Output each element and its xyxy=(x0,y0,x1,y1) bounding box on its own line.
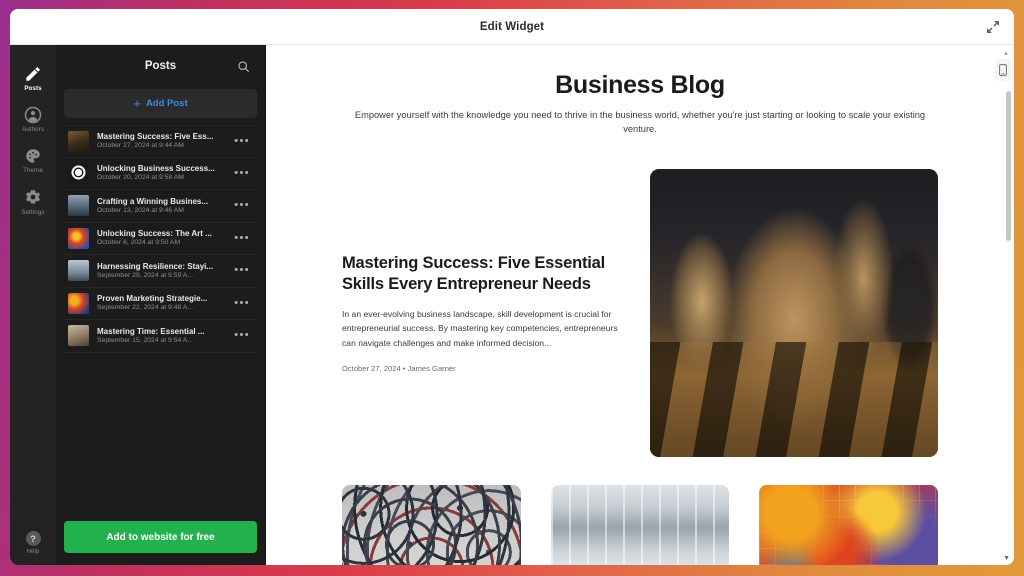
post-overflow-menu-icon[interactable]: ••• xyxy=(232,232,255,244)
scroll-up-arrow-icon[interactable]: ▲ xyxy=(1003,51,1009,57)
scroll-down-arrow-icon[interactable]: ▼ xyxy=(1003,555,1010,562)
crowd-aerial-photo xyxy=(342,484,521,565)
list-item[interactable]: Harnessing Resilience: Stayi... Septembe… xyxy=(64,255,257,288)
post-title: Mastering Success: Five Ess... xyxy=(97,132,214,142)
widget-editor-window: Edit Widget Posts Authors Theme Settings… xyxy=(10,9,1014,565)
add-to-website-button[interactable]: Add to website for free xyxy=(64,521,257,553)
list-item[interactable]: Proven Marketing Strategie... September … xyxy=(64,288,257,320)
post-overflow-menu-icon[interactable]: ••• xyxy=(232,135,255,147)
post-card-row xyxy=(342,484,939,565)
post-date: September 22, 2024 at 9:48 A... xyxy=(97,304,193,312)
office-interior-photo xyxy=(550,484,730,565)
question-mark-icon: ? xyxy=(25,531,41,546)
preview-content: Business Blog Empower yourself with the … xyxy=(266,45,1014,565)
post-text: Crafting a Winning Busines... October 13… xyxy=(97,197,224,215)
post-thumbnail xyxy=(68,162,89,184)
colorful-puzzle-photo xyxy=(759,484,939,565)
list-item[interactable]: Crafting a Winning Busines... October 13… xyxy=(64,190,257,223)
post-date: October 27, 2024 at 9:44 AM xyxy=(97,142,184,150)
post-thumbnail xyxy=(68,325,89,347)
post-text: Unlocking Success: The Art ... October 6… xyxy=(97,229,224,247)
posts-panel-footer: Add to website for free xyxy=(56,511,265,565)
left-nav-rail: Posts Authors Theme Settings ? Help xyxy=(10,45,56,565)
preview-scrollbar-thumb[interactable] xyxy=(1006,91,1011,241)
blog-title: Business Blog xyxy=(555,71,725,99)
list-item[interactable]: Unlocking Success: The Art ... October 6… xyxy=(64,223,257,255)
widget-preview: Business Blog Empower yourself with the … xyxy=(266,45,1014,565)
add-post-label: Add Post xyxy=(145,98,188,109)
featured-post-image xyxy=(650,168,938,457)
post-title: Proven Marketing Strategie... xyxy=(97,294,208,304)
post-overflow-menu-icon[interactable]: ••• xyxy=(232,200,255,211)
post-thumbnail xyxy=(68,130,89,152)
add-post-button[interactable]: + Add Post xyxy=(64,89,257,118)
chess-board-photo xyxy=(650,168,938,457)
post-text: Harnessing Resilience: Stayi... Septembe… xyxy=(97,262,224,280)
post-date: September 15, 2024 at 9:54 A... xyxy=(97,336,193,344)
help-label: Help xyxy=(26,549,40,555)
post-thumbnail xyxy=(68,260,89,282)
sidebar-item-theme[interactable]: Theme xyxy=(10,139,56,180)
post-title: Unlocking Success: The Art ... xyxy=(97,229,212,239)
posts-panel-title: Posts xyxy=(144,60,177,72)
post-date: October 13, 2024 at 9:46 AM xyxy=(97,206,184,214)
post-card-image-3[interactable] xyxy=(759,484,939,565)
page-title: Edit Widget xyxy=(479,20,545,33)
sidebar-item-authors[interactable]: Authors xyxy=(10,98,56,139)
search-icon[interactable] xyxy=(235,58,251,74)
sidebar-item-label: Settings xyxy=(21,208,45,216)
plus-icon: + xyxy=(133,96,141,111)
featured-post-heading: Mastering Success: Five Essential Skills… xyxy=(342,254,606,294)
gear-icon xyxy=(24,188,43,207)
sidebar-item-settings[interactable]: Settings xyxy=(10,181,56,222)
editor-body: Posts Authors Theme Settings ? Help Post… xyxy=(10,45,1014,565)
post-title: Unlocking Business Success... xyxy=(97,164,215,174)
post-title: Mastering Time: Essential ... xyxy=(97,326,205,336)
post-text: Mastering Success: Five Ess... October 2… xyxy=(97,132,224,150)
post-thumbnail xyxy=(68,227,89,249)
list-item[interactable]: Mastering Success: Five Ess... October 2… xyxy=(64,125,257,158)
featured-post[interactable]: Mastering Success: Five Essential Skills… xyxy=(342,168,938,457)
post-list: Mastering Success: Five Ess... October 2… xyxy=(56,125,265,511)
posts-panel-header: Posts xyxy=(56,49,265,83)
post-title: Harnessing Resilience: Stayi... xyxy=(97,261,214,271)
pencil-icon xyxy=(24,64,43,83)
post-overflow-menu-icon[interactable]: ••• xyxy=(232,265,255,276)
post-card-image-1[interactable] xyxy=(342,484,521,565)
post-overflow-menu-icon[interactable]: ••• xyxy=(232,297,255,309)
featured-post-text: Mastering Success: Five Essential Skills… xyxy=(342,253,624,373)
sidebar-item-posts[interactable]: Posts xyxy=(10,57,56,98)
palette-icon xyxy=(24,146,43,165)
featured-post-meta: October 27, 2024 • James Garner xyxy=(342,363,456,373)
window-titlebar: Edit Widget xyxy=(10,9,1014,45)
sidebar-item-label: Theme xyxy=(23,167,43,175)
sidebar-item-label: Posts xyxy=(24,85,42,92)
post-text: Proven Marketing Strategie... September … xyxy=(97,294,224,312)
post-text: Unlocking Business Success... October 20… xyxy=(97,164,224,182)
post-date: September 29, 2024 at 9:59 A... xyxy=(97,271,193,279)
list-item[interactable]: Mastering Time: Essential ... September … xyxy=(64,320,257,353)
post-date: October 20, 2024 at 9:58 AM xyxy=(97,174,184,182)
mobile-device-icon[interactable] xyxy=(995,59,1011,81)
person-icon xyxy=(24,105,43,124)
post-date: October 6, 2024 at 9:50 AM xyxy=(97,239,181,247)
list-item[interactable]: Unlocking Business Success... October 20… xyxy=(64,158,257,190)
post-thumbnail xyxy=(68,195,89,217)
posts-panel: Posts + Add Post Mastering Success: Five… xyxy=(56,45,266,565)
post-title: Crafting a Winning Busines... xyxy=(97,196,209,206)
help-button[interactable]: ? Help xyxy=(10,531,56,555)
sidebar-item-label: Authors xyxy=(21,126,45,134)
post-card-image-2[interactable] xyxy=(550,484,730,565)
post-thumbnail xyxy=(68,292,89,314)
expand-arrows-icon[interactable] xyxy=(982,16,1004,38)
post-overflow-menu-icon[interactable]: ••• xyxy=(232,167,255,179)
post-text: Mastering Time: Essential ... September … xyxy=(97,327,224,345)
blog-subtitle: Empower yourself with the knowledge you … xyxy=(354,110,926,134)
featured-post-excerpt: In an ever-evolving business landscape, … xyxy=(342,309,618,348)
post-overflow-menu-icon[interactable]: ••• xyxy=(232,330,255,341)
